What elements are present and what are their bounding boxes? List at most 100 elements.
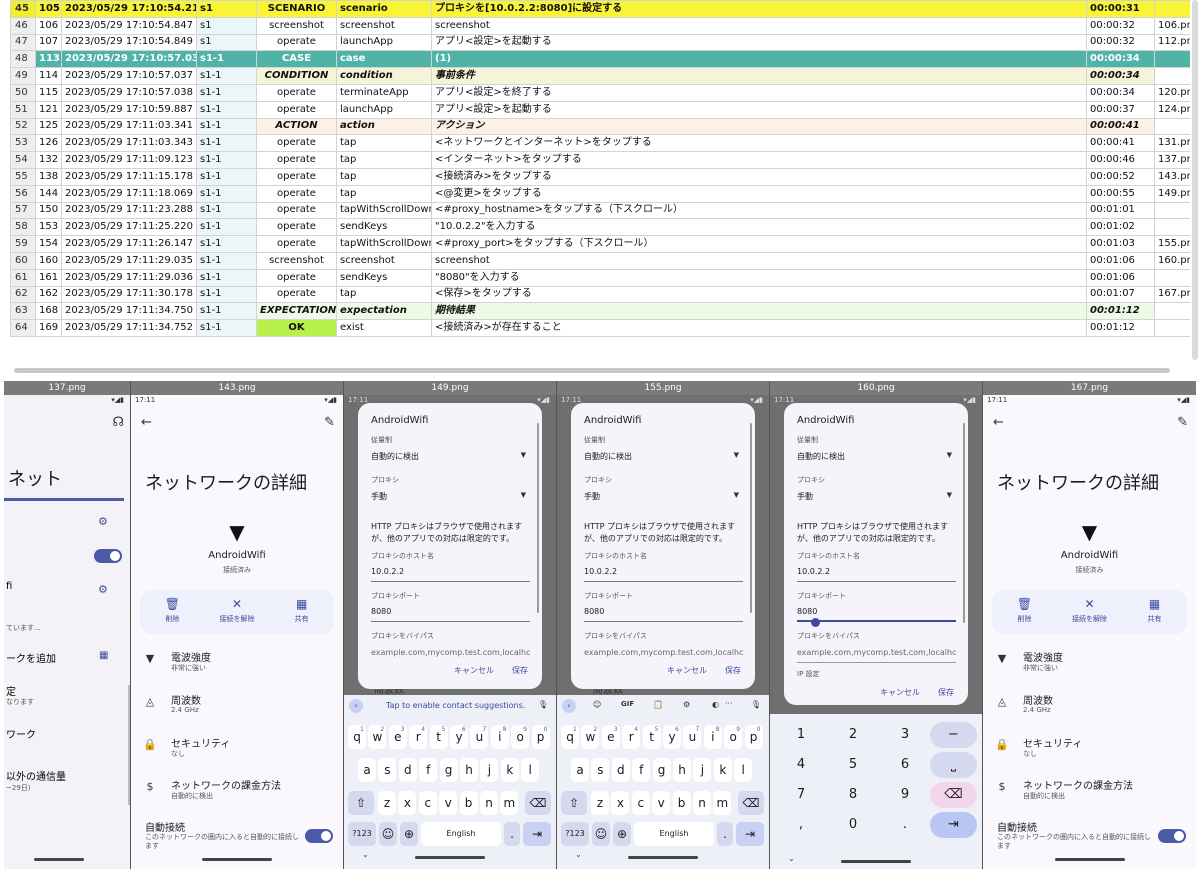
elapsed-time[interactable]: 00:00:46 bbox=[1086, 151, 1155, 169]
step-type[interactable]: operate bbox=[256, 268, 337, 287]
table-row[interactable]: 49 114 2023/05/29 17:10:57.037 s1-1 CONDITIO… bbox=[10, 67, 1190, 85]
table-row[interactable]: 52 125 2023/05/29 17:11:03.341 s1-1 ACTION ac… bbox=[10, 117, 1190, 136]
step-number[interactable]: 114 bbox=[35, 67, 62, 85]
session-id[interactable]: s1-1 bbox=[196, 151, 257, 169]
command[interactable]: case bbox=[336, 50, 432, 69]
elapsed-time[interactable]: 00:01:12 bbox=[1086, 319, 1155, 337]
elapsed-time[interactable]: 00:00:41 bbox=[1086, 134, 1155, 153]
command[interactable]: screenshot bbox=[336, 16, 432, 35]
step-type[interactable]: SCENARIO bbox=[256, 0, 337, 18]
gear-icon[interactable]: ⚙ bbox=[683, 700, 690, 709]
step-number[interactable]: 113 bbox=[35, 50, 62, 69]
step-number[interactable]: 154 bbox=[35, 235, 62, 253]
screenshot-file[interactable] bbox=[1154, 0, 1190, 18]
shift-key[interactable]: ⇧ bbox=[348, 791, 374, 815]
command[interactable]: tap bbox=[336, 134, 432, 153]
command[interactable]: sendKeys bbox=[336, 268, 432, 287]
port-input[interactable]: 8080 bbox=[797, 607, 817, 616]
command[interactable]: screenshot bbox=[336, 251, 432, 270]
key-l[interactable]: l bbox=[521, 758, 540, 782]
key-v[interactable]: v bbox=[439, 791, 458, 815]
elapsed-time[interactable]: 00:00:41 bbox=[1086, 117, 1155, 136]
key-j[interactable]: j bbox=[480, 758, 499, 782]
disconnect-button[interactable]: ✕ 接続を解除 bbox=[1057, 590, 1122, 634]
key-f[interactable]: f bbox=[632, 758, 651, 782]
step-number[interactable]: 138 bbox=[35, 167, 62, 186]
command[interactable]: terminateApp bbox=[336, 83, 432, 102]
step-number[interactable]: 126 bbox=[35, 134, 62, 153]
space-key[interactable]: English bbox=[421, 822, 501, 846]
settings-row-label[interactable]: 定 bbox=[6, 683, 16, 698]
row-number[interactable]: 51 bbox=[10, 100, 36, 119]
session-id[interactable]: s1-1 bbox=[196, 67, 257, 85]
minus-key[interactable]: − bbox=[930, 722, 977, 748]
elapsed-time[interactable]: 00:01:02 bbox=[1086, 218, 1155, 237]
step-type[interactable]: screenshot bbox=[256, 16, 337, 35]
session-id[interactable]: s1 bbox=[196, 0, 257, 18]
proxy-select[interactable]: 手動 bbox=[371, 491, 387, 502]
row-number[interactable]: 60 bbox=[10, 251, 36, 270]
session-id[interactable]: s1-1 bbox=[196, 83, 257, 102]
auto-connect-toggle[interactable] bbox=[1158, 829, 1186, 843]
step-type[interactable]: operate bbox=[256, 201, 337, 220]
step-number[interactable]: 105 bbox=[35, 0, 62, 18]
table-row[interactable]: 51 121 2023/05/29 17:10:59.887 s1-1 operate l… bbox=[10, 100, 1190, 119]
table-row[interactable]: 61 161 2023/05/29 17:11:29.036 s1-1 operate s… bbox=[10, 268, 1190, 287]
session-id[interactable]: s1-1 bbox=[196, 302, 257, 321]
text-cursor-handle[interactable] bbox=[811, 618, 820, 627]
command[interactable]: exist bbox=[336, 319, 432, 337]
row-number[interactable]: 58 bbox=[10, 218, 36, 237]
gear-icon[interactable]: ⚙ bbox=[98, 583, 108, 596]
elapsed-time[interactable]: 00:01:01 bbox=[1086, 201, 1155, 220]
row-number[interactable]: 59 bbox=[10, 235, 36, 253]
session-id[interactable]: s1-1 bbox=[196, 50, 257, 69]
command[interactable]: tapWithScrollDown bbox=[336, 201, 432, 220]
screenshot-file[interactable] bbox=[1154, 268, 1190, 287]
timestamp[interactable]: 2023/05/29 17:10:59.887 bbox=[61, 100, 197, 119]
session-id[interactable]: s1-1 bbox=[196, 184, 257, 203]
timestamp[interactable]: 2023/05/29 17:10:54.847 bbox=[61, 16, 197, 35]
symbols-key[interactable]: ?123 bbox=[348, 822, 376, 846]
timestamp[interactable]: 2023/05/29 17:10:54.849 bbox=[61, 33, 197, 52]
table-row[interactable]: 55 138 2023/05/29 17:11:15.178 s1-1 operate t… bbox=[10, 167, 1190, 186]
session-id[interactable]: s1-1 bbox=[196, 117, 257, 136]
vertical-scrollbar[interactable] bbox=[1192, 0, 1198, 360]
key-c[interactable]: c bbox=[631, 791, 650, 815]
cancel-button[interactable]: キャンセル bbox=[454, 665, 494, 676]
auto-connect-item[interactable]: 自動接続 このネットワークの圏内に入ると自動的に接続します bbox=[145, 819, 303, 850]
table-row[interactable]: 54 132 2023/05/29 17:11:09.123 s1-1 operate t… bbox=[10, 151, 1190, 169]
table-row[interactable]: 45 105 2023/05/29 17:10:54.212 s1 SCENARIO sc… bbox=[10, 0, 1190, 18]
backspace-key[interactable]: ⌫ bbox=[525, 791, 551, 815]
numpad-key[interactable]: 9 bbox=[882, 782, 928, 808]
sticker-icon[interactable]: ☺ bbox=[593, 700, 601, 709]
back-arrow-icon[interactable]: ← bbox=[993, 415, 1004, 430]
screenshot-file[interactable]: 160.png bbox=[1154, 251, 1190, 270]
step-number[interactable]: 169 bbox=[35, 319, 62, 337]
step-type[interactable]: operate bbox=[256, 100, 337, 119]
table-row[interactable]: 60 160 2023/05/29 17:11:29.035 s1-1 screensh… bbox=[10, 251, 1190, 270]
step-number[interactable]: 125 bbox=[35, 117, 62, 136]
key-s[interactable]: s bbox=[378, 758, 397, 782]
elapsed-time[interactable]: 00:00:34 bbox=[1086, 67, 1155, 85]
metered-select[interactable]: 自動的に検出 bbox=[371, 451, 419, 462]
row-number[interactable]: 62 bbox=[10, 285, 36, 304]
row-number[interactable]: 48 bbox=[10, 50, 36, 69]
elapsed-time[interactable]: 00:01:06 bbox=[1086, 251, 1155, 270]
key-n[interactable]: n bbox=[480, 791, 498, 815]
chevron-down-icon[interactable]: ⌄ bbox=[362, 850, 369, 859]
bypass-input[interactable]: example.com,mycomp.test.com,localhc bbox=[371, 648, 530, 657]
row-number[interactable]: 47 bbox=[10, 33, 36, 52]
row-number[interactable]: 46 bbox=[10, 16, 36, 35]
session-id[interactable]: s1-1 bbox=[196, 319, 257, 337]
numpad-key[interactable]: 5 bbox=[830, 752, 876, 778]
step-number[interactable]: 106 bbox=[35, 16, 62, 35]
table-row[interactable]: 59 154 2023/05/29 17:11:26.147 s1-1 operate t… bbox=[10, 235, 1190, 253]
host-input[interactable]: 10.0.2.2 bbox=[584, 567, 617, 576]
step-type[interactable]: operate bbox=[256, 151, 337, 169]
screenshot-file[interactable]: 155.png bbox=[1154, 235, 1190, 253]
row-number[interactable]: 45 bbox=[10, 0, 36, 18]
timestamp[interactable]: 2023/05/29 17:11:03.341 bbox=[61, 117, 197, 136]
key-m[interactable]: m bbox=[500, 791, 519, 815]
period-key[interactable]: . bbox=[504, 822, 520, 846]
step-number[interactable]: 132 bbox=[35, 151, 62, 169]
